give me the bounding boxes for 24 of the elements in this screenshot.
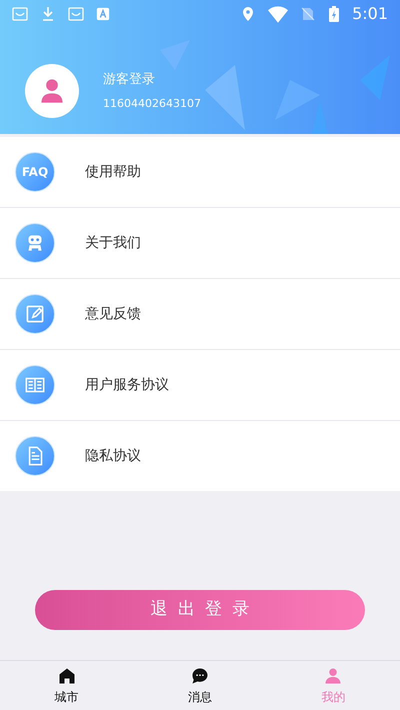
book-icon: [15, 365, 55, 405]
download-icon: [40, 6, 56, 22]
menu-item[interactable]: FAQ 使用帮助: [0, 137, 400, 207]
menu-item[interactable]: 关于我们: [0, 208, 400, 278]
document-icon: [15, 436, 55, 476]
battery-icon: [328, 6, 340, 22]
pencil-note-icon: [15, 294, 55, 334]
person-icon: [323, 666, 344, 686]
nav-tab[interactable]: 消息: [133, 661, 267, 710]
menu-item[interactable]: 用户服务协议: [0, 350, 400, 420]
shopping-bag-icon: [12, 6, 28, 22]
faq-icon: FAQ: [15, 152, 55, 192]
home-icon: [56, 666, 77, 686]
no-signal-icon: [300, 6, 316, 22]
nav-tab[interactable]: 城市: [0, 661, 134, 710]
menu-item[interactable]: 意见反馈: [0, 279, 400, 349]
wifi-icon: [268, 4, 288, 24]
app-icon: [96, 7, 110, 21]
shopping-bag-icon: [68, 6, 84, 22]
menu-item[interactable]: 隐私协议: [0, 421, 400, 491]
robot-icon: [15, 223, 55, 263]
user-id: 11604402643107: [103, 96, 201, 112]
chat-icon: [190, 666, 210, 686]
status-time: 5:01: [352, 3, 388, 25]
